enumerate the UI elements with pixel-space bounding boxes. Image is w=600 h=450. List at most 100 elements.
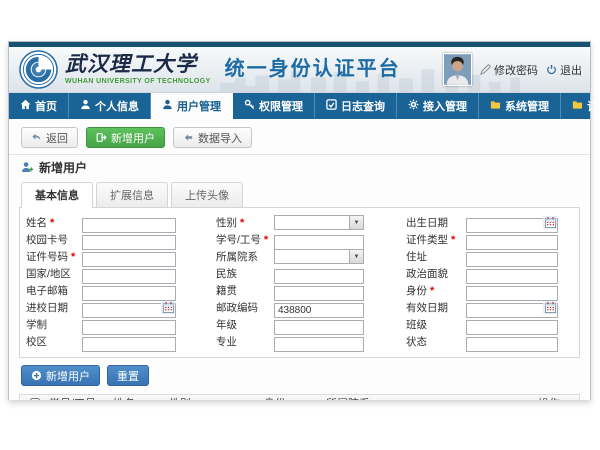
field-label-text: 政治面貌	[406, 266, 448, 281]
field-label-1: 性别*	[216, 215, 274, 230]
table-header-row: 学号/工号姓名性别身份所属院系操作	[20, 395, 579, 400]
nav-item-4[interactable]: 日志查询	[315, 93, 397, 119]
field-label-8: 住址	[406, 249, 466, 264]
user-table: 学号/工号姓名性别身份所属院系操作	[19, 394, 580, 400]
tab-1[interactable]: 扩展信息	[96, 182, 168, 207]
field-control-1: ▼	[274, 215, 364, 230]
nav-item-label: 个人信息	[95, 98, 139, 114]
field-input-14[interactable]	[466, 286, 558, 301]
person-plus-icon	[21, 161, 34, 174]
table-column-header-0: 学号/工号	[46, 395, 110, 400]
reset-button[interactable]: 重置	[107, 365, 149, 386]
tab-label: 基本信息	[35, 190, 79, 202]
field-input-6[interactable]	[82, 252, 176, 267]
user-avatar	[443, 53, 472, 86]
field-control-22	[274, 334, 364, 349]
nav-item-3[interactable]: 权限管理	[233, 93, 315, 119]
calendar-icon[interactable]	[543, 301, 557, 314]
folder-icon	[572, 99, 583, 113]
toolbar: 返回 新增用户 数据导入	[21, 127, 580, 148]
table-column-header-3: 身份	[261, 395, 323, 400]
nav-item-label: 首页	[35, 98, 57, 114]
dropdown-arrow-icon[interactable]: ▼	[349, 216, 363, 229]
field-input-0[interactable]	[82, 218, 176, 233]
tab-2[interactable]: 上传头像	[171, 182, 243, 207]
nav-item-label: 日志查询	[341, 98, 385, 114]
tab-0[interactable]: 基本信息	[21, 182, 93, 208]
table-column-header-1: 姓名	[110, 395, 166, 400]
field-label-text: 身份	[406, 283, 427, 298]
user-icon	[80, 99, 91, 113]
logout-label: 退出	[560, 62, 582, 78]
field-control-15	[82, 300, 176, 315]
field-input-23[interactable]	[466, 337, 558, 352]
field-select-7[interactable]: ▼	[274, 249, 364, 264]
log-check-icon	[326, 99, 337, 113]
calendar-glyph	[545, 217, 556, 228]
field-label-20: 班级	[406, 317, 466, 332]
field-input-21[interactable]	[82, 337, 176, 352]
field-input-8[interactable]	[466, 252, 558, 267]
nav-item-2[interactable]: 用户管理	[151, 93, 233, 119]
change-password-label: 修改密码	[494, 62, 538, 78]
field-control-20	[466, 317, 558, 332]
field-control-3	[82, 232, 176, 247]
dropdown-arrow-icon[interactable]: ▼	[349, 250, 363, 263]
back-button[interactable]: 返回	[21, 127, 78, 148]
field-label-10: 民族	[216, 266, 274, 281]
field-input-13[interactable]	[274, 286, 364, 301]
add-user-button-top[interactable]: 新增用户	[86, 127, 165, 148]
required-asterisk: *	[264, 234, 268, 246]
field-input-3[interactable]	[82, 235, 176, 250]
calendar-glyph	[163, 302, 174, 313]
data-import-button[interactable]: 数据导入	[173, 127, 252, 148]
submit-button-label: 新增用户	[46, 368, 90, 384]
field-input-12[interactable]	[82, 286, 176, 301]
field-input-5[interactable]	[466, 235, 558, 250]
field-input-10[interactable]	[274, 269, 364, 284]
calendar-icon[interactable]	[543, 216, 557, 229]
field-input-22[interactable]	[274, 337, 364, 352]
field-control-21	[82, 334, 176, 349]
field-label-text: 籍贯	[216, 283, 237, 298]
field-select-1[interactable]: ▼	[274, 215, 364, 230]
field-label-22: 专业	[216, 334, 274, 349]
section-title-label: 新增用户	[39, 159, 87, 176]
section-title: 新增用户	[21, 159, 580, 176]
logout-link[interactable]: 退出	[546, 62, 582, 78]
field-label-5: 证件类型*	[406, 232, 466, 247]
nav-item-0[interactable]: 首页	[9, 93, 69, 119]
field-input-18[interactable]	[82, 320, 176, 335]
submit-add-user-button[interactable]: 新增用户	[21, 365, 100, 386]
field-control-19	[274, 317, 364, 332]
nav-item-5[interactable]: 接入管理	[397, 93, 479, 119]
field-label-0: 姓名*	[26, 215, 82, 230]
field-control-0	[82, 215, 176, 230]
field-control-7: ▼	[274, 249, 364, 264]
field-input-9[interactable]	[82, 269, 176, 284]
nav-item-label: 接入管理	[423, 98, 467, 114]
change-password-link[interactable]: 修改密码	[480, 62, 538, 78]
form-grid: 姓名*性别*▼出生日期校园卡号学号/工号*证件类型*证件号码*所属院系▼住址国家…	[26, 215, 573, 349]
field-control-18	[82, 317, 176, 332]
nav-item-6[interactable]: 系统管理	[479, 93, 561, 119]
field-input-19[interactable]	[274, 320, 364, 335]
field-input-20[interactable]	[466, 320, 558, 335]
calendar-icon[interactable]	[161, 301, 175, 314]
back-arrow-icon	[31, 132, 42, 143]
field-label-text: 校园卡号	[26, 232, 68, 247]
field-label-text: 班级	[406, 317, 427, 332]
field-input-4[interactable]	[274, 235, 364, 250]
field-label-17: 有效日期	[406, 300, 466, 315]
select-all-checkbox[interactable]	[30, 398, 40, 400]
nav-item-7[interactable]: 订阅管理	[561, 93, 600, 119]
field-input-11[interactable]	[466, 269, 558, 284]
field-input-16[interactable]	[274, 303, 364, 318]
field-label-4: 学号/工号*	[216, 232, 274, 247]
form-panel: 姓名*性别*▼出生日期校园卡号学号/工号*证件类型*证件号码*所属院系▼住址国家…	[19, 207, 580, 358]
field-label-text: 证件号码	[26, 249, 68, 264]
field-label-11: 政治面貌	[406, 266, 466, 281]
field-label-14: 身份*	[406, 283, 466, 298]
nav-item-1[interactable]: 个人信息	[69, 93, 151, 119]
select-all-cell	[20, 397, 46, 400]
